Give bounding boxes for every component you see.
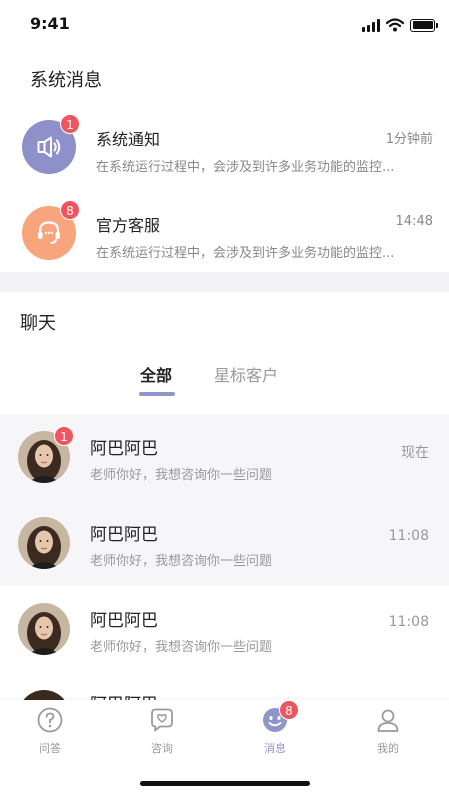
message-preview: 老师你好，我想咨询你一些问题 <box>90 468 273 483</box>
message-time: 11:08 <box>388 528 429 544</box>
nav-label: 消息 <box>264 742 286 755</box>
unread-badge: 8 <box>60 200 80 220</box>
official-service-name: 官方客服 <box>96 216 161 235</box>
wifi-icon <box>386 18 404 32</box>
nav-profile[interactable]: 我的 <box>358 706 418 762</box>
chat-item[interactable]: 1 阿巴阿巴 现在 老师你好，我想咨询你一些问题 <box>0 414 449 500</box>
message-time: 现在 <box>401 445 429 461</box>
chat-heart-icon <box>151 708 173 732</box>
chat-section-title: 聊天 <box>20 313 56 334</box>
nav-label: 我的 <box>377 742 399 755</box>
contact-name: 阿巴阿巴 <box>90 611 158 631</box>
active-tab-indicator <box>139 392 175 396</box>
unread-badge: 1 <box>60 114 80 134</box>
unread-badge: 1 <box>54 426 74 446</box>
unread-badge: 8 <box>279 700 299 720</box>
message-preview: 老师你好，我想咨询你一些问题 <box>90 640 273 655</box>
message-time: 11:08 <box>388 614 429 630</box>
message-preview: 老师你好，我想咨询你一些问题 <box>90 554 273 569</box>
official-service-time: 14:48 <box>395 214 433 229</box>
tab-all[interactable]: 全部 <box>140 362 172 386</box>
signal-icon <box>362 18 380 32</box>
home-indicator <box>140 781 310 786</box>
system-notice-preview: 在系统运行过程中，会涉及到许多业务功能的监控... <box>96 160 395 175</box>
chat-tabs: 全部 星标客户 <box>0 360 449 400</box>
nav-label: 咨询 <box>151 742 173 755</box>
avatar <box>18 603 70 655</box>
contact-name: 阿巴阿巴 <box>90 525 158 545</box>
system-notice-time: 1分钟前 <box>385 132 433 147</box>
system-section-title: 系统消息 <box>30 70 102 91</box>
nav-label: 问答 <box>39 742 61 755</box>
avatar <box>18 517 70 569</box>
question-icon <box>37 707 63 733</box>
speaker-icon <box>37 136 61 158</box>
nav-consult[interactable]: 咨询 <box>132 706 192 762</box>
official-service-preview: 在系统运行过程中，会涉及到许多业务功能的监控... <box>96 246 395 261</box>
headset-icon <box>38 221 60 244</box>
status-bar: 9:41 <box>0 0 449 44</box>
system-notice-item[interactable]: 1 系统通知 1分钟前 在系统运行过程中，会涉及到许多业务功能的监控... <box>0 106 449 190</box>
status-icons <box>362 18 438 32</box>
official-service-item[interactable]: 8 官方客服 14:48 在系统运行过程中，会涉及到许多业务功能的监控... <box>0 192 449 276</box>
section-divider <box>0 272 449 292</box>
chat-item[interactable]: 阿巴阿巴 11:08 老师你好，我想咨询你一些问题 <box>0 500 449 586</box>
chat-item[interactable]: 阿巴阿巴 11:08 老师你好，我想咨询你一些问题 <box>0 586 449 672</box>
battery-icon <box>410 18 438 32</box>
tab-starred-clients[interactable]: 星标客户 <box>214 362 278 386</box>
nav-qa[interactable]: 问答 <box>20 706 80 762</box>
system-notice-name: 系统通知 <box>96 130 161 149</box>
status-time: 9:41 <box>30 14 70 33</box>
nav-messages[interactable]: 8 消息 <box>245 700 305 762</box>
user-icon <box>377 709 399 732</box>
contact-name: 阿巴阿巴 <box>90 439 158 459</box>
